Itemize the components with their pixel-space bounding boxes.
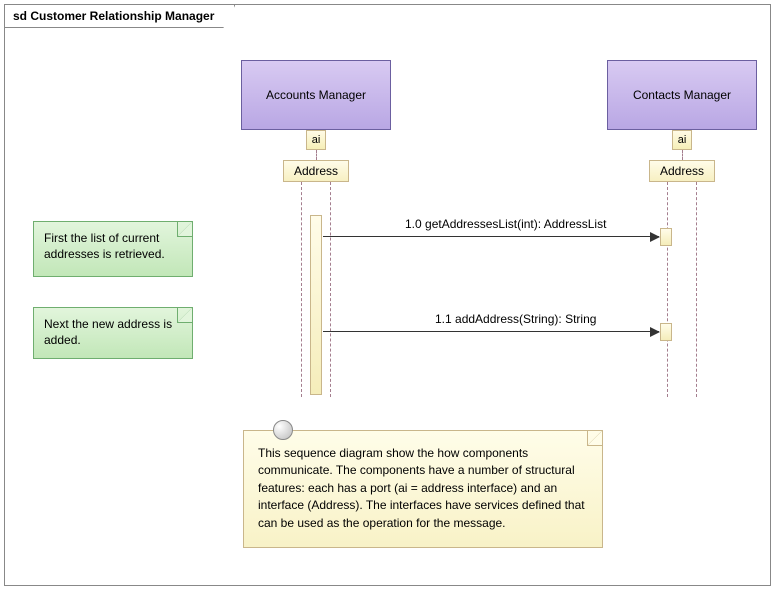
message-2-label: 1.1 addAddress(String): String [435,312,596,326]
lifeline-accounts-manager: Accounts Manager [241,60,391,130]
note-fold-icon [587,431,602,446]
port-accounts-label: ai [312,134,321,146]
lifeline-line [667,182,668,397]
lifeline-line [682,150,683,160]
frame-title-text: sd Customer Relationship Manager [13,9,214,23]
note-fold-icon [177,222,192,237]
activation-accounts [310,215,322,395]
pin-icon [273,420,293,440]
arrowhead-icon [650,232,660,242]
lifeline-contacts-manager: Contacts Manager [607,60,757,130]
lifeline-line [696,182,697,397]
note-step-1: First the list of current addresses is r… [33,221,193,277]
arrowhead-icon [650,327,660,337]
message-1-label: 1.0 getAddressesList(int): AddressList [405,217,606,231]
note-step-2: Next the new address is added. [33,307,193,359]
activation-contacts-1 [660,228,672,246]
lifeline-accounts-label: Accounts Manager [266,88,366,102]
frame-title: sd Customer Relationship Manager [5,5,235,28]
note-fold-icon [177,308,192,323]
activation-contacts-2 [660,323,672,341]
interface-contacts-address: Address [649,160,715,182]
note-step-2-text: Next the new address is added. [44,317,172,347]
message-2-arrow [323,331,659,332]
note-explanation-text: This sequence diagram show the how compo… [258,446,585,530]
interface-accounts-address: Address [283,160,349,182]
port-contacts-label: ai [678,134,687,146]
lifeline-line [301,182,302,397]
diagram-canvas: sd Customer Relationship Manager Account… [0,0,775,590]
interface-accounts-label: Address [294,164,338,178]
port-contacts-ai: ai [672,130,692,150]
sequence-diagram-frame: sd Customer Relationship Manager Account… [4,4,771,586]
note-explanation: This sequence diagram show the how compo… [243,430,603,548]
note-step-1-text: First the list of current addresses is r… [44,231,165,261]
port-accounts-ai: ai [306,130,326,150]
interface-contacts-label: Address [660,164,704,178]
message-1-arrow [323,236,659,237]
lifeline-line [316,150,317,160]
lifeline-contacts-label: Contacts Manager [633,88,731,102]
lifeline-line [330,182,331,397]
